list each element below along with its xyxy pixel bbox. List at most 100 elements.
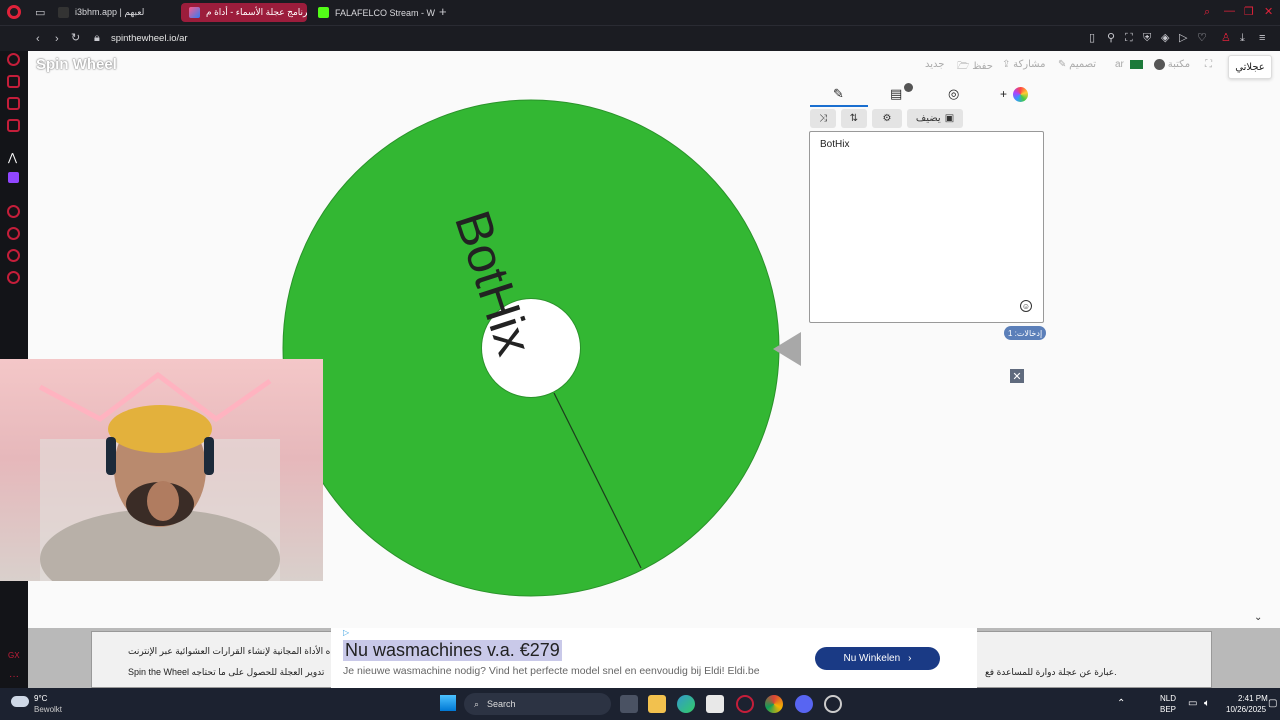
more-icon[interactable]: ··· xyxy=(9,671,19,682)
eye-slash-icon: ◎ xyxy=(948,86,960,101)
task-view-icon[interactable] xyxy=(620,695,638,713)
i3bhm-favicon-icon xyxy=(58,7,69,18)
forward-icon[interactable]: › xyxy=(55,33,59,45)
sort-icon: ⇅ xyxy=(849,113,859,124)
discord-icon[interactable] xyxy=(795,695,813,713)
add-image-label: يضيف xyxy=(915,113,941,124)
workspace-icon[interactable] xyxy=(7,75,20,88)
chrome-icon[interactable] xyxy=(765,695,783,713)
nav-save[interactable]: 🗁︎ حفظ xyxy=(957,59,993,76)
tab-falafelco-stream[interactable]: FALAFELCO Stream - Wat xyxy=(310,3,435,22)
ad-cta-button[interactable]: Nu Winkelen › xyxy=(815,647,940,670)
tab-hidden[interactable]: ◎ xyxy=(948,86,959,102)
tab-i3bhm[interactable]: i3bhm.app | لعبهم xyxy=(50,3,175,22)
site-logo[interactable]: Spin Wheel xyxy=(36,56,117,73)
add-image-button[interactable]: يضيف ▣ xyxy=(907,109,963,128)
weather-icon[interactable] xyxy=(11,696,29,707)
back-icon[interactable]: ‹ xyxy=(36,33,40,45)
ad-choices-icon[interactable]: ▷ xyxy=(343,628,349,637)
ad-description: Je nieuwe wasmachine nodig? Vind het per… xyxy=(343,665,760,677)
chevron-down-icon[interactable]: ⌄ xyxy=(1254,612,1262,623)
new-tab-plus-icon[interactable]: + xyxy=(439,5,447,18)
app-icon[interactable]: ⋀ xyxy=(8,151,17,164)
opera-logo-icon[interactable] xyxy=(7,5,21,19)
nav-gallery[interactable]: مكتبة xyxy=(1154,59,1190,70)
nav-language[interactable]: ar xyxy=(1115,59,1143,70)
twitch-icon[interactable] xyxy=(8,172,19,183)
ad-title[interactable]: Nu wasmachines v.a. €279 xyxy=(343,640,562,661)
split-view-icon[interactable]: ▯ xyxy=(1089,32,1095,44)
nav-customize[interactable]: ✎ تصميم xyxy=(1058,59,1096,70)
network-icon[interactable]: ▭ xyxy=(1188,699,1197,709)
history-icon[interactable] xyxy=(7,227,20,240)
menu-icon[interactable]: ≡ xyxy=(1259,32,1265,44)
settings-icon[interactable] xyxy=(7,271,20,284)
chevron-right-icon: › xyxy=(908,653,912,664)
pin-icon[interactable]: ⚲ xyxy=(1107,32,1115,44)
advanced-button[interactable]: ⚙ xyxy=(872,109,902,128)
fullscreen-icon[interactable]: ⛶ xyxy=(1205,59,1212,70)
active-tab-indicator xyxy=(810,105,868,107)
player-icon[interactable] xyxy=(7,205,20,218)
spinwheel-favicon-icon xyxy=(189,7,200,18)
nav-share[interactable]: ⇪ مشاركة xyxy=(1002,59,1045,70)
windows-start-icon[interactable] xyxy=(440,695,456,711)
tab-edit-entries[interactable]: ✎ xyxy=(833,86,844,102)
entries-count-badge: إدخالات: 1 xyxy=(1004,326,1047,340)
heart-icon[interactable]: ♡ xyxy=(1197,32,1207,44)
download-icon[interactable]: ⤓ xyxy=(1240,32,1245,44)
close-icon[interactable]: ✕ xyxy=(1010,369,1024,383)
emoji-icon[interactable]: ☺ xyxy=(1020,300,1032,312)
color-wheel-icon xyxy=(1012,87,1028,103)
footer-text-2: Spin the Wheel تدوير العجلة للحصول على م… xyxy=(128,667,325,677)
extensions-icon[interactable] xyxy=(7,249,20,262)
tab-label: FALAFELCO Stream - Wat xyxy=(335,7,435,18)
vpn-icon[interactable]: ◈ xyxy=(1161,32,1169,44)
search-icon: ⌕ xyxy=(474,698,480,709)
pencil-icon: ✎ xyxy=(1058,59,1067,70)
nav-new[interactable]: جديد xyxy=(925,59,944,70)
url-field[interactable]: spinthewheel.io/ar xyxy=(111,33,188,45)
mail-icon[interactable] xyxy=(7,119,20,132)
tab-add-wheel[interactable]: + xyxy=(1000,86,1028,103)
messenger-icon[interactable] xyxy=(7,97,20,110)
weather-temp: 9°C xyxy=(34,694,48,703)
opera-account-icon[interactable]: ♙ xyxy=(1221,32,1231,44)
gx-icon[interactable]: GX xyxy=(8,651,20,660)
snapshot-icon[interactable]: ⛶ xyxy=(1125,32,1133,44)
taskbar-search[interactable]: ⌕ Search xyxy=(464,693,611,715)
opera-gx-icon[interactable] xyxy=(736,695,754,713)
clock-time[interactable]: 2:41 PM xyxy=(1238,694,1268,704)
close-window-icon[interactable]: ✕ xyxy=(1264,6,1273,18)
share-icon: ⇪ xyxy=(1002,59,1011,70)
reload-icon[interactable]: ↻ xyxy=(71,32,80,44)
chevron-up-icon[interactable]: ⌃ xyxy=(1117,699,1125,709)
search-tabs-icon[interactable]: ⌕ xyxy=(1204,6,1210,18)
panel-tabs: ✎ ▤ ◎ + xyxy=(810,83,1044,107)
tab-spinthewheel[interactable]: برنامج عجلة الأسماء - أداة م... xyxy=(181,3,307,22)
notification-icon[interactable]: ▢ xyxy=(1268,699,1277,709)
tab-overview-icon[interactable]: ▭ xyxy=(35,7,45,19)
entries-textarea[interactable]: BotHix xyxy=(809,131,1044,323)
language-code-2[interactable]: BEP xyxy=(1160,705,1176,715)
camera-icon[interactable]: ▷ xyxy=(1179,32,1187,44)
clock-date[interactable]: 10/26/2025 xyxy=(1226,705,1266,715)
my-wheels-button[interactable]: عجلاتي xyxy=(1228,55,1272,79)
edge-icon[interactable] xyxy=(677,695,695,713)
address-bar: ‹ › ↻ 🔒︎ spinthewheel.io/ar ▯ ⚲ ⛶ ⛨ ◈ ▷ … xyxy=(0,25,1280,51)
shuffle-button[interactable]: ⤨ xyxy=(810,109,836,128)
file-explorer-icon[interactable] xyxy=(648,695,666,713)
kick-favicon-icon xyxy=(318,7,329,18)
store-icon[interactable] xyxy=(706,695,724,713)
minimize-icon[interactable]: — xyxy=(1224,5,1235,17)
volume-icon[interactable]: 🔈︎ xyxy=(1204,699,1210,709)
tab-results[interactable]: ▤ xyxy=(890,83,913,102)
maximize-icon[interactable]: ❐ xyxy=(1244,6,1254,18)
language-code-1[interactable]: NLD xyxy=(1160,694,1176,704)
app-icon[interactable] xyxy=(824,695,842,713)
ad-cta-label: Nu Winkelen xyxy=(843,653,901,664)
shield-icon[interactable]: ⛨ xyxy=(1143,32,1151,44)
spin-wheel[interactable]: BotHix xyxy=(280,96,780,598)
aria-icon[interactable] xyxy=(7,53,20,66)
sort-button[interactable]: ⇅ xyxy=(841,109,867,128)
